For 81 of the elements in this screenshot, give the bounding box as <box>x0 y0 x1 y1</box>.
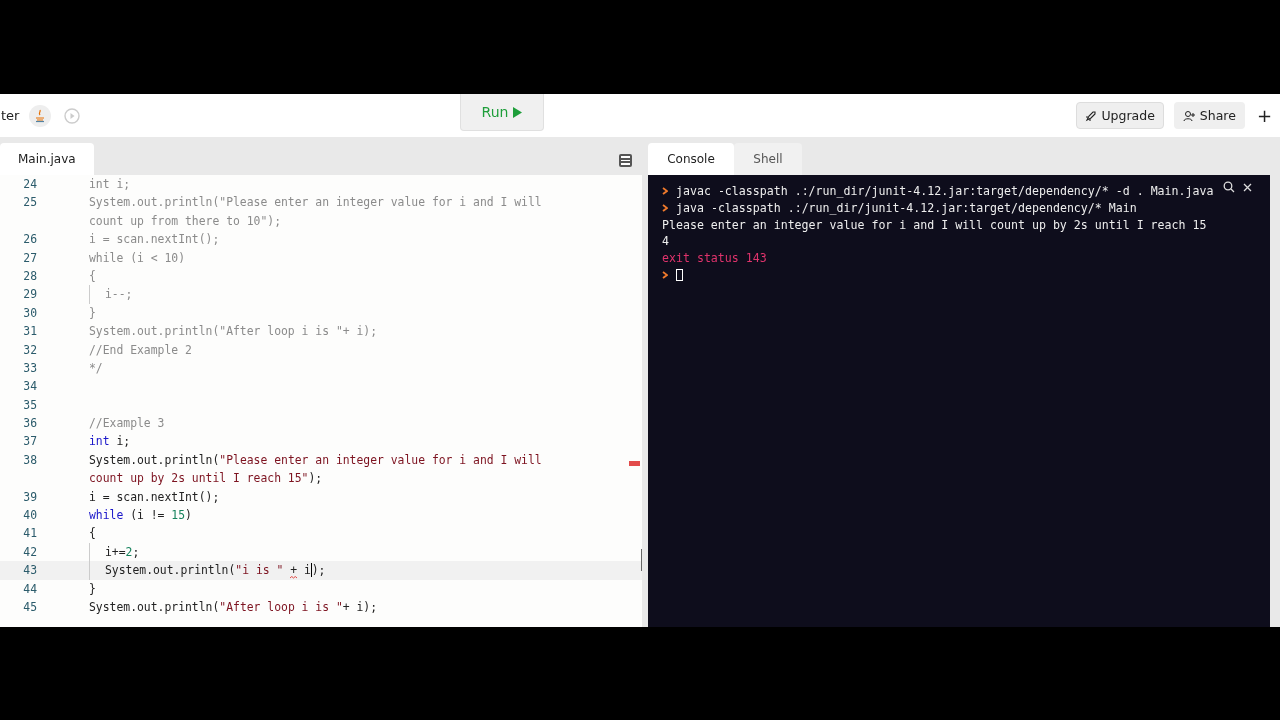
line-number: 29 <box>22 286 37 304</box>
code-token: ); <box>311 562 326 580</box>
close-icon[interactable] <box>1243 182 1252 192</box>
console-command: javac -classpath .:/run_dir/junit-4.12.jar:target/dependency/* -d . Main.java <box>676 183 1214 200</box>
line-number: 35 <box>22 396 37 414</box>
line-number: 36 <box>22 415 37 433</box>
code-token: int i; <box>89 176 131 193</box>
project-name[interactable]: ter <box>1 108 20 123</box>
line-number: 28 <box>22 267 37 285</box>
search-icon[interactable] <box>1223 181 1235 193</box>
code-token: ) <box>185 507 192 525</box>
code-token: //End Example 2 <box>89 341 192 359</box>
line-number: 27 <box>22 249 37 267</box>
code-token: i--; <box>105 286 133 304</box>
code-token: //Example 3 <box>89 415 165 433</box>
line-number: 31 <box>22 323 37 341</box>
code-token: count up from there to 10"); <box>89 212 282 230</box>
text-cursor <box>310 563 312 578</box>
line-number: 33 <box>22 359 37 377</box>
code-token: 2 <box>125 543 133 561</box>
user-plus-icon <box>1182 109 1196 122</box>
line-number: 38 <box>22 451 37 469</box>
code-token: + <box>290 562 298 580</box>
code-token: while (i < 10) <box>89 249 185 267</box>
code-token: } <box>89 580 96 598</box>
code-token: ; <box>132 543 140 561</box>
error-squiggle-icon <box>290 575 298 579</box>
code-token: + i); <box>342 599 378 616</box>
line-number: 42 <box>22 543 37 561</box>
line-number: 26 <box>22 231 37 249</box>
console-tab[interactable]: Shell <box>734 143 802 175</box>
line-number: 44 <box>22 580 37 598</box>
code-token: System.out.println("Please enter an integer value for i and I will <box>89 194 542 212</box>
console-error: exit status 143 <box>662 250 767 267</box>
code-token: "Please enter an integer value for i and I will <box>219 451 542 469</box>
terminal-cursor <box>676 269 683 282</box>
code-token: { <box>89 525 96 543</box>
console-output: Please enter an integer value for i and I will count up by 2s until I reach 15 <box>662 216 1207 234</box>
code-token: "i is " <box>235 562 284 580</box>
code-token: count up by 2s until I reach 15" <box>89 470 309 488</box>
code-token: { <box>89 267 96 285</box>
share-button[interactable]: Share <box>1173 102 1245 129</box>
file-tab[interactable]: Main.java <box>0 143 94 175</box>
rocket-icon <box>1085 109 1098 122</box>
line-number: 41 <box>22 525 37 543</box>
upgrade-button[interactable]: Upgrade <box>1076 102 1164 129</box>
code-token: int <box>89 433 110 451</box>
line-number: 32 <box>22 341 37 359</box>
code-token: ); <box>308 470 323 488</box>
code-token: System.out.println( <box>89 451 220 469</box>
code-token: i <box>302 562 311 580</box>
code-token: System.out.println("After loop i is "+ i); <box>89 323 378 341</box>
console-tab[interactable]: Console <box>648 143 734 175</box>
play-icon <box>513 106 523 118</box>
line-number: 39 <box>22 488 37 506</box>
code-token: i = scan.nextInt(); <box>89 488 220 506</box>
line-number: 24 <box>22 176 37 193</box>
console-command: java -classpath .:/run_dir/junit-4.12.jar:target/dependency/* Main <box>676 199 1137 217</box>
code-token: (i != <box>129 507 166 525</box>
line-number: 37 <box>22 433 37 451</box>
line-number: 30 <box>22 304 37 322</box>
line-number: 40 <box>22 507 37 525</box>
code-token: i = scan.nextInt(); <box>89 231 220 249</box>
add-button[interactable]: + <box>1254 105 1274 126</box>
code-token: */ <box>89 359 103 377</box>
code-token: 15 <box>171 507 186 525</box>
line-number: 25 <box>22 194 37 212</box>
code-token: while <box>89 507 124 525</box>
code-token: System.out.println( <box>105 562 236 580</box>
code-token: "After loop i is " <box>219 599 343 616</box>
code-token: i+= <box>105 543 126 561</box>
code-token: System.out.println( <box>89 599 220 616</box>
line-number: 45 <box>22 599 37 616</box>
error-marker <box>629 461 640 466</box>
code-token: } <box>89 304 96 322</box>
line-number: 34 <box>22 378 37 396</box>
line-number: 43 <box>22 562 37 580</box>
code-token: i; <box>115 433 131 451</box>
console-output: 4 <box>662 233 669 251</box>
list-icon[interactable] <box>619 154 632 167</box>
prompt-icon <box>662 271 668 280</box>
